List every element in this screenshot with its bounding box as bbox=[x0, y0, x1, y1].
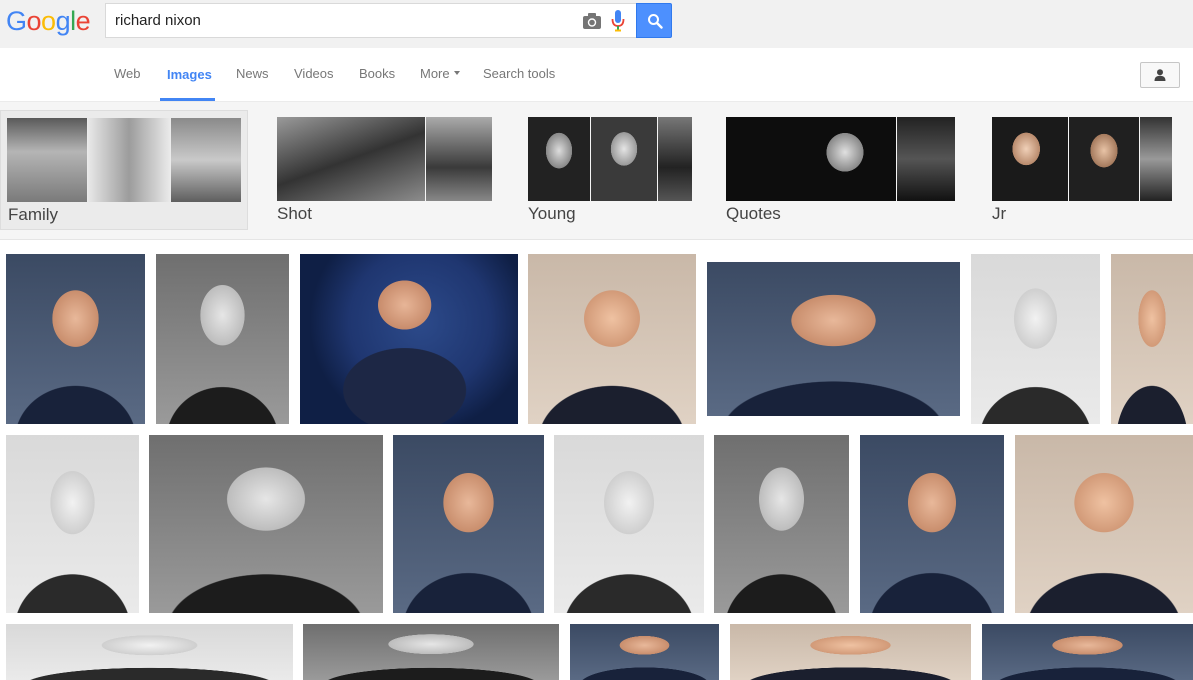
search-tools-button[interactable]: Search tools bbox=[483, 66, 555, 81]
result-photo bbox=[528, 254, 696, 424]
result-photo bbox=[1015, 435, 1193, 613]
google-logo[interactable]: Google bbox=[6, 6, 91, 37]
search-input[interactable] bbox=[115, 4, 575, 37]
account-icon bbox=[1154, 69, 1166, 81]
result-photo bbox=[6, 624, 293, 680]
result-photo bbox=[303, 624, 559, 680]
image-result[interactable] bbox=[554, 435, 704, 613]
result-photo bbox=[860, 435, 1004, 613]
image-result[interactable] bbox=[6, 254, 145, 424]
chip-thumb bbox=[1069, 117, 1139, 201]
image-result[interactable] bbox=[570, 624, 719, 680]
image-result[interactable] bbox=[300, 254, 518, 424]
chip-thumbnails bbox=[7, 118, 241, 202]
related-chip-shot[interactable]: Shot bbox=[270, 110, 500, 230]
chip-thumb bbox=[7, 118, 87, 202]
logo-letter-g2: g bbox=[55, 6, 71, 36]
chip-thumb bbox=[726, 117, 896, 201]
tab-images[interactable]: Images bbox=[167, 67, 212, 82]
tab-more-label: More bbox=[420, 66, 450, 81]
chip-thumb bbox=[591, 117, 657, 201]
result-photo bbox=[982, 624, 1193, 680]
result-photo bbox=[6, 254, 145, 424]
result-photo bbox=[554, 435, 704, 613]
chip-thumb bbox=[528, 117, 590, 201]
result-photo bbox=[707, 262, 960, 416]
tab-web[interactable]: Web bbox=[114, 66, 141, 81]
result-photo bbox=[300, 254, 518, 424]
chip-label: Young bbox=[528, 204, 576, 223]
result-photo bbox=[570, 624, 719, 680]
image-result[interactable] bbox=[714, 435, 849, 613]
image-result[interactable] bbox=[156, 254, 289, 424]
chip-thumbnails bbox=[726, 117, 955, 201]
image-result[interactable] bbox=[860, 435, 1004, 613]
microphone-icon[interactable] bbox=[611, 10, 625, 32]
related-searches: Family Shot Young Quotes Jr bbox=[0, 102, 1193, 240]
chip-thumb bbox=[1140, 117, 1172, 201]
image-result[interactable] bbox=[528, 254, 696, 424]
chip-thumb bbox=[88, 118, 170, 202]
result-photo bbox=[149, 435, 383, 613]
chip-label: Jr bbox=[992, 204, 1007, 223]
search-icon bbox=[648, 14, 663, 29]
image-result[interactable] bbox=[1111, 254, 1193, 424]
result-photo bbox=[6, 435, 139, 613]
related-chip-family[interactable]: Family bbox=[0, 110, 248, 230]
chip-label: Quotes bbox=[726, 204, 781, 223]
chip-thumb bbox=[171, 118, 241, 202]
image-result[interactable] bbox=[730, 624, 971, 680]
chip-thumb bbox=[897, 117, 955, 201]
related-chip-young[interactable]: Young bbox=[522, 110, 702, 230]
result-photo bbox=[156, 254, 289, 424]
image-result[interactable] bbox=[6, 624, 293, 680]
related-chip-quotes[interactable]: Quotes bbox=[720, 110, 970, 230]
result-photo bbox=[1111, 254, 1193, 424]
logo-letter-e: e bbox=[75, 6, 91, 36]
chip-thumbnails bbox=[277, 117, 492, 201]
related-chip-jr[interactable]: Jr bbox=[986, 110, 1186, 230]
image-result[interactable] bbox=[149, 435, 383, 613]
chip-label: Family bbox=[8, 205, 59, 224]
chip-thumb bbox=[277, 117, 425, 201]
result-photo bbox=[393, 435, 544, 613]
camera-icon[interactable] bbox=[582, 12, 602, 30]
tab-more[interactable]: More bbox=[420, 66, 460, 81]
image-result[interactable] bbox=[707, 262, 960, 416]
result-photo bbox=[971, 254, 1100, 424]
image-result[interactable] bbox=[393, 435, 544, 613]
chip-label: Shot bbox=[277, 204, 312, 223]
logo-letter-o1: o bbox=[26, 6, 42, 36]
image-result[interactable] bbox=[982, 624, 1193, 680]
image-result[interactable] bbox=[1015, 435, 1193, 613]
tab-books[interactable]: Books bbox=[359, 66, 395, 81]
search-box bbox=[105, 3, 637, 38]
account-button[interactable] bbox=[1140, 62, 1180, 88]
dropdown-arrow-icon bbox=[453, 70, 460, 75]
chip-thumbnails bbox=[528, 117, 692, 201]
chip-thumbnails bbox=[992, 117, 1172, 201]
chip-thumb bbox=[992, 117, 1068, 201]
chip-thumb bbox=[426, 117, 492, 201]
image-result[interactable] bbox=[6, 435, 139, 613]
chip-thumb bbox=[658, 117, 692, 201]
logo-letter-o2: o bbox=[41, 6, 56, 36]
tab-videos[interactable]: Videos bbox=[294, 66, 334, 81]
result-photo bbox=[714, 435, 849, 613]
tab-news[interactable]: News bbox=[236, 66, 269, 81]
active-tab-indicator bbox=[160, 98, 215, 101]
image-result[interactable] bbox=[971, 254, 1100, 424]
search-nav-bar: Web Images News Videos Books More Search… bbox=[0, 48, 1193, 102]
logo-letter-g: G bbox=[6, 6, 27, 36]
top-bar: Google bbox=[0, 0, 1193, 48]
search-button[interactable] bbox=[636, 3, 672, 38]
image-result[interactable] bbox=[303, 624, 559, 680]
result-photo bbox=[730, 624, 971, 680]
